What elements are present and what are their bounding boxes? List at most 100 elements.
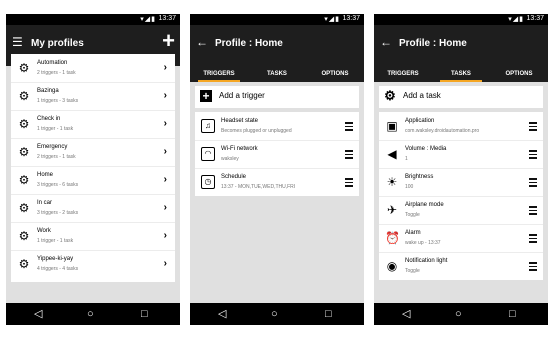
task-detail: Toggle [405,212,420,218]
profile-icon: ⚙ [18,61,30,75]
status-time: 13:37 [342,15,360,22]
chevron-right-icon: › [163,258,167,269]
status-icons: ▾◢▮ [324,16,340,23]
drag-handle-icon[interactable] [345,150,353,161]
drag-handle-icon[interactable] [529,122,537,133]
profile-summary: 1 trigger - 1 task [37,126,74,132]
profile-icon: ⚙ [18,257,30,271]
tab-tasks[interactable]: TASKS [248,66,306,82]
status-icons: ▾◢▮ [508,16,524,23]
tab-tasks[interactable]: TASKS [432,66,490,82]
app-toolbar: ← Profile : Home [190,25,364,66]
trigger-name: Schedule [221,174,247,180]
profile-icon: ⚙ [18,201,30,215]
list-item[interactable]: ♫ Headset state Becomes plugged or unplu… [195,112,359,141]
home-nav-icon[interactable]: ○ [271,307,278,321]
profile-name: Automation [37,60,68,66]
back-arrow-icon[interactable]: ← [380,36,392,48]
drag-handle-icon[interactable] [345,178,353,189]
profile-icon: ⚙ [18,89,30,103]
home-nav-icon[interactable]: ○ [87,307,94,321]
add-trigger-button[interactable]: + Add a trigger [195,86,359,108]
list-item[interactable]: ▣ Application com.waksley.droidautomatio… [379,112,543,141]
profile-summary: 4 triggers - 4 tasks [37,266,79,272]
list-item[interactable]: ◷ Schedule 13:37 - MON,TUE,WED,THU,FRI [195,168,359,196]
add-trigger-label: Add a trigger [219,91,265,100]
list-item[interactable]: ✈ Airplane mode Toggle [379,196,543,225]
profile-icon: ⚙ [18,229,30,243]
profile-summary: 2 triggers - 1 task [37,154,76,160]
list-item[interactable]: ⚙ Check in 1 trigger - 1 task › [11,110,175,139]
status-bar: ▾◢▮ 13:37 [190,14,364,25]
task-name: Notification light [405,258,448,264]
tab-options[interactable]: OPTIONS [490,66,548,82]
back-arrow-icon[interactable]: ← [196,36,208,48]
back-nav-icon[interactable]: ◁ [218,307,226,321]
tab-triggers[interactable]: TRIGGERS [190,66,248,82]
chevron-right-icon: › [163,118,167,129]
task-detail: Toggle [405,268,420,274]
drag-handle-icon[interactable] [529,150,537,161]
task-detail: 1 [405,156,408,162]
profile-name: Home [37,172,54,178]
profile-summary: 3 triggers - 2 tasks [37,210,79,216]
profile-summary: 2 triggers - 1 task [37,70,76,76]
status-bar: ▾◢▮ 13:37 [6,14,180,25]
page-title: My profiles [31,38,84,49]
add-task-button[interactable]: ⚙ Add a task [379,86,543,108]
headset-icon: ♫ [201,119,215,133]
phone-my-profiles: ▾◢▮ 13:37 ☰ My profiles + ⚙ Automation 2… [6,14,180,325]
tab-triggers[interactable]: TRIGGERS [374,66,432,82]
list-item[interactable]: ☀ Brightness 100 [379,168,543,197]
task-name: Brightness [405,174,434,180]
task-detail: com.waksley.droidautomation.pro [405,128,480,134]
app-toolbar: ← Profile : Home [374,25,548,66]
task-detail: 100 [405,184,414,190]
home-nav-icon[interactable]: ○ [455,307,462,321]
list-item[interactable]: ⏰ Alarm wake up - 13:37 [379,224,543,253]
chevron-right-icon: › [163,62,167,73]
back-nav-icon[interactable]: ◁ [34,307,42,321]
task-name: Airplane mode [405,202,444,208]
list-item[interactable]: ⚙ In car 3 triggers - 2 tasks › [11,194,175,223]
list-item[interactable]: ⚙ Emergency 2 triggers - 1 task › [11,138,175,167]
list-item[interactable]: ⚙ Bazinga 1 triggers - 3 tasks › [11,82,175,111]
profile-name: In car [37,200,53,206]
recents-nav-icon[interactable]: □ [141,307,148,321]
phone-profile-triggers: ▾◢▮ 13:37 ← Profile : Home TRIGGERS TASK… [190,14,364,325]
drag-handle-icon[interactable] [529,206,537,217]
trigger-detail: waksley [221,156,239,162]
drag-handle-icon[interactable] [345,122,353,133]
airplane-icon: ✈ [386,203,398,217]
status-time: 13:37 [526,15,544,22]
back-nav-icon[interactable]: ◁ [402,307,410,321]
page-title: Profile : Home [215,38,283,49]
profiles-list: ⚙ Automation 2 triggers - 1 task › ⚙ Baz… [11,54,175,282]
plus-icon: + [200,90,212,102]
list-item[interactable]: ⚙ Yippee-ki-yay 4 triggers - 4 tasks › [11,250,175,278]
volume-icon: ◀ [387,147,397,161]
list-item[interactable]: ⚙ Automation 2 triggers - 1 task › [11,54,175,83]
drag-handle-icon[interactable] [529,178,537,189]
status-time: 13:37 [158,15,176,22]
profile-icon: ⚙ [18,145,30,159]
hamburger-menu-icon[interactable]: ☰ [12,36,23,48]
list-item[interactable]: ⚙ Home 3 triggers - 6 tasks › [11,166,175,195]
drag-handle-icon[interactable] [529,262,537,273]
add-profile-button[interactable]: + [162,30,175,52]
chevron-right-icon: › [163,90,167,101]
list-item[interactable]: ◠ Wi-Fi network waksley [195,140,359,169]
list-item[interactable]: ⚙ Work 1 trigger - 1 task › [11,222,175,251]
list-item[interactable]: ◀ Volume : Media 1 [379,140,543,169]
recents-nav-icon[interactable]: □ [509,307,516,321]
task-name: Alarm [405,230,421,236]
nav-bar: ◁ ○ □ [374,303,548,325]
add-task-icon: ⚙ [384,88,396,103]
wifi-icon: ◠ [201,147,215,161]
tab-options[interactable]: OPTIONS [306,66,364,82]
trigger-detail: 13:37 - MON,TUE,WED,THU,FRI [221,184,296,190]
drag-handle-icon[interactable] [529,234,537,245]
clock-icon: ◷ [201,175,215,189]
list-item[interactable]: ◉ Notification light Toggle [379,252,543,280]
recents-nav-icon[interactable]: □ [325,307,332,321]
